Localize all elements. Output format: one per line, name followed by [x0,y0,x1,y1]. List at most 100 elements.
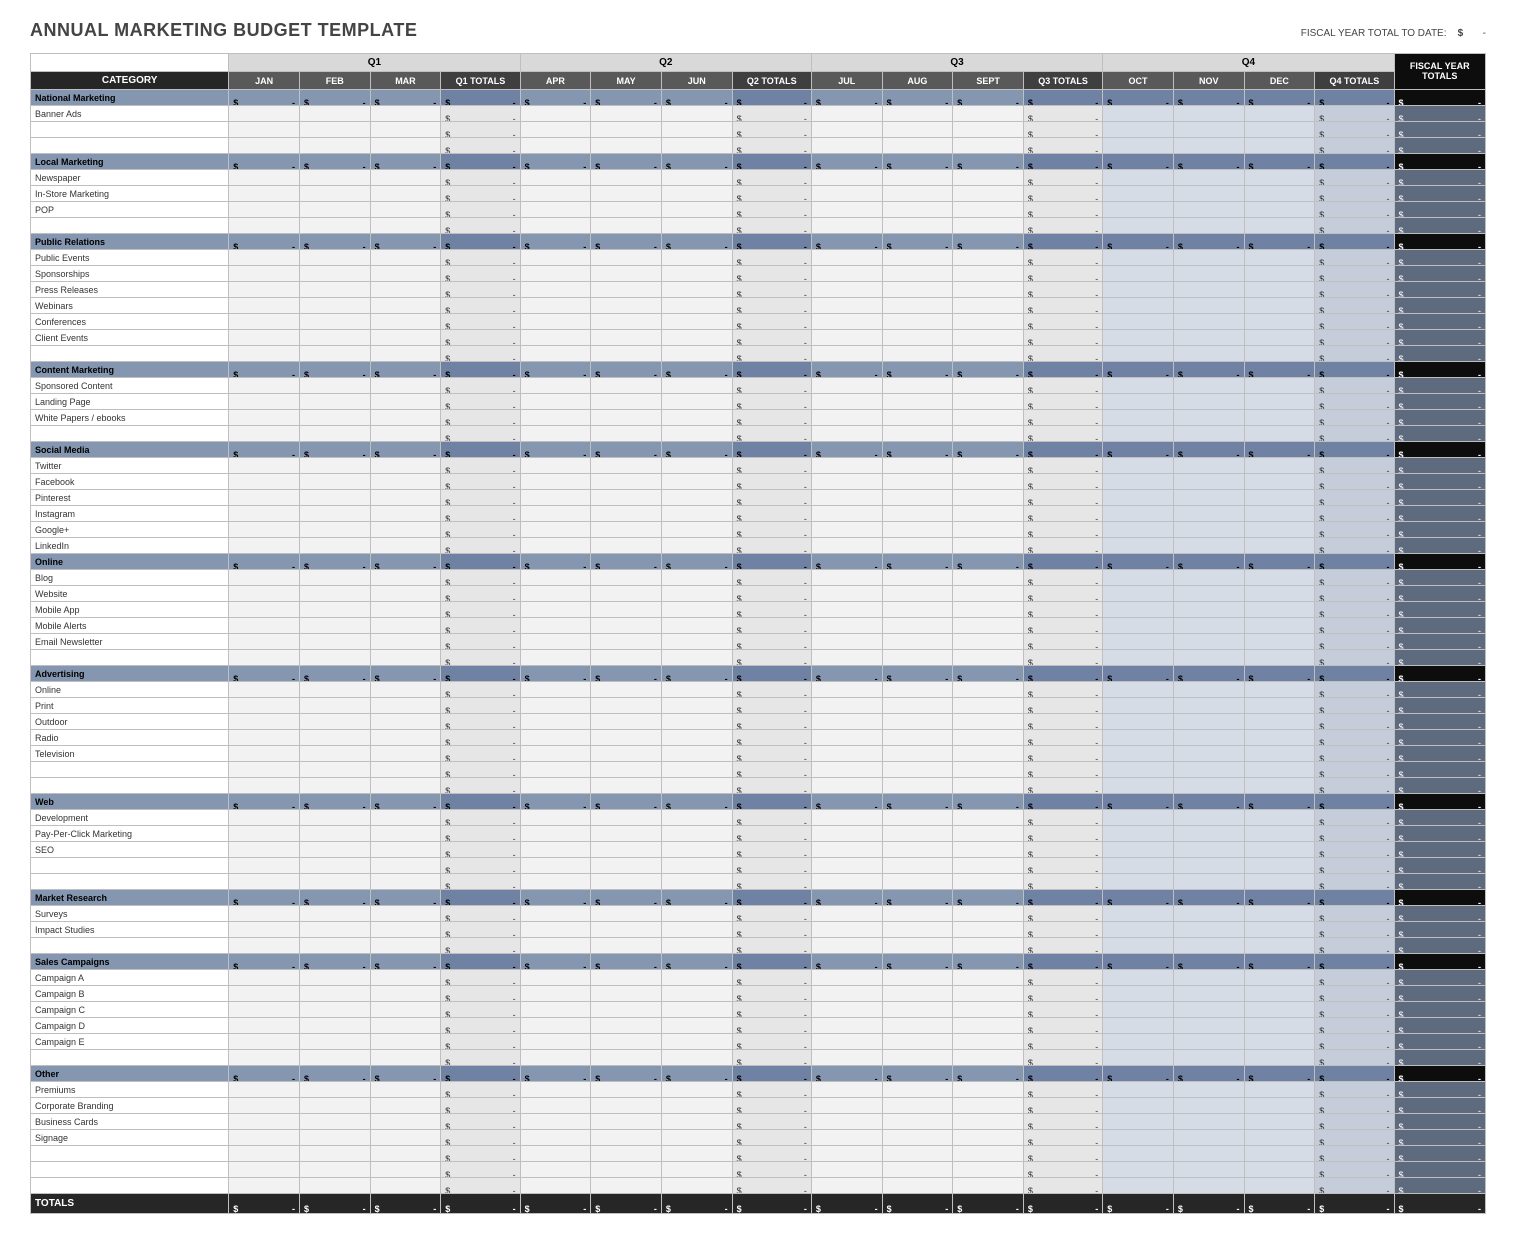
cell-aug[interactable] [882,602,953,618]
cell-jan[interactable] [229,874,300,890]
cell-jan[interactable] [229,1034,300,1050]
cell-nov[interactable] [1173,298,1244,314]
cell-dec[interactable] [1244,650,1315,666]
row-label[interactable]: Twitter [31,458,229,474]
cell-mar[interactable] [370,1178,441,1194]
cell-dec[interactable] [1244,586,1315,602]
cell-mar[interactable] [370,186,441,202]
cell-mar[interactable] [370,426,441,442]
row-label[interactable]: Instagram [31,506,229,522]
cell-sept[interactable] [953,410,1024,426]
cell-jan[interactable] [229,682,300,698]
cell-feb[interactable] [299,522,370,538]
row-label[interactable]: Banner Ads [31,106,229,122]
cell-aug[interactable] [882,650,953,666]
cell-jul[interactable] [811,586,882,602]
cell-dec[interactable] [1244,474,1315,490]
row-label[interactable]: Landing Page [31,394,229,410]
cell-may[interactable] [591,250,662,266]
cell-feb[interactable] [299,138,370,154]
cell-nov[interactable] [1173,378,1244,394]
cell-apr[interactable] [520,426,591,442]
cell-may[interactable] [591,698,662,714]
cell-nov[interactable] [1173,186,1244,202]
cell-dec[interactable] [1244,266,1315,282]
cell-oct[interactable] [1103,826,1174,842]
cell-nov[interactable] [1173,122,1244,138]
cell-apr[interactable] [520,634,591,650]
row-label[interactable]: Signage [31,1130,229,1146]
row-label[interactable] [31,218,229,234]
cell-mar[interactable] [370,282,441,298]
cell-jul[interactable] [811,602,882,618]
cell-jun[interactable] [661,538,732,554]
cell-jun[interactable] [661,762,732,778]
cell-aug[interactable] [882,746,953,762]
cell-jun[interactable] [661,522,732,538]
cell-aug[interactable] [882,186,953,202]
cell-oct[interactable] [1103,1034,1174,1050]
cell-mar[interactable] [370,458,441,474]
cell-oct[interactable] [1103,1018,1174,1034]
cell-apr[interactable] [520,586,591,602]
row-label[interactable]: In-Store Marketing [31,186,229,202]
cell-oct[interactable] [1103,106,1174,122]
cell-jan[interactable] [229,474,300,490]
cell-jan[interactable] [229,202,300,218]
cell-jan[interactable] [229,570,300,586]
cell-mar[interactable] [370,730,441,746]
cell-apr[interactable] [520,810,591,826]
cell-dec[interactable] [1244,746,1315,762]
row-label[interactable]: Public Events [31,250,229,266]
row-label[interactable] [31,938,229,954]
cell-oct[interactable] [1103,746,1174,762]
cell-jun[interactable] [661,842,732,858]
cell-feb[interactable] [299,266,370,282]
cell-dec[interactable] [1244,298,1315,314]
cell-jan[interactable] [229,490,300,506]
row-label[interactable]: SEO [31,842,229,858]
cell-aug[interactable] [882,1146,953,1162]
cell-jan[interactable] [229,458,300,474]
cell-sept[interactable] [953,906,1024,922]
cell-jan[interactable] [229,138,300,154]
cell-mar[interactable] [370,634,441,650]
cell-apr[interactable] [520,826,591,842]
cell-dec[interactable] [1244,762,1315,778]
row-label[interactable]: Facebook [31,474,229,490]
cell-sept[interactable] [953,218,1024,234]
cell-feb[interactable] [299,602,370,618]
cell-oct[interactable] [1103,298,1174,314]
cell-aug[interactable] [882,858,953,874]
cell-aug[interactable] [882,522,953,538]
cell-apr[interactable] [520,1018,591,1034]
cell-jun[interactable] [661,330,732,346]
cell-apr[interactable] [520,730,591,746]
cell-apr[interactable] [520,682,591,698]
cell-jan[interactable] [229,986,300,1002]
cell-oct[interactable] [1103,378,1174,394]
cell-may[interactable] [591,426,662,442]
cell-nov[interactable] [1173,490,1244,506]
cell-apr[interactable] [520,602,591,618]
cell-jun[interactable] [661,458,732,474]
row-label[interactable]: Outdoor [31,714,229,730]
cell-feb[interactable] [299,1098,370,1114]
cell-apr[interactable] [520,1146,591,1162]
cell-jun[interactable] [661,1130,732,1146]
cell-jul[interactable] [811,410,882,426]
row-label[interactable]: Online [31,682,229,698]
cell-dec[interactable] [1244,218,1315,234]
cell-nov[interactable] [1173,506,1244,522]
cell-jul[interactable] [811,250,882,266]
cell-nov[interactable] [1173,714,1244,730]
cell-apr[interactable] [520,570,591,586]
cell-feb[interactable] [299,218,370,234]
cell-oct[interactable] [1103,698,1174,714]
cell-mar[interactable] [370,938,441,954]
cell-aug[interactable] [882,842,953,858]
cell-sept[interactable] [953,746,1024,762]
cell-may[interactable] [591,1098,662,1114]
cell-nov[interactable] [1173,266,1244,282]
cell-may[interactable] [591,1018,662,1034]
